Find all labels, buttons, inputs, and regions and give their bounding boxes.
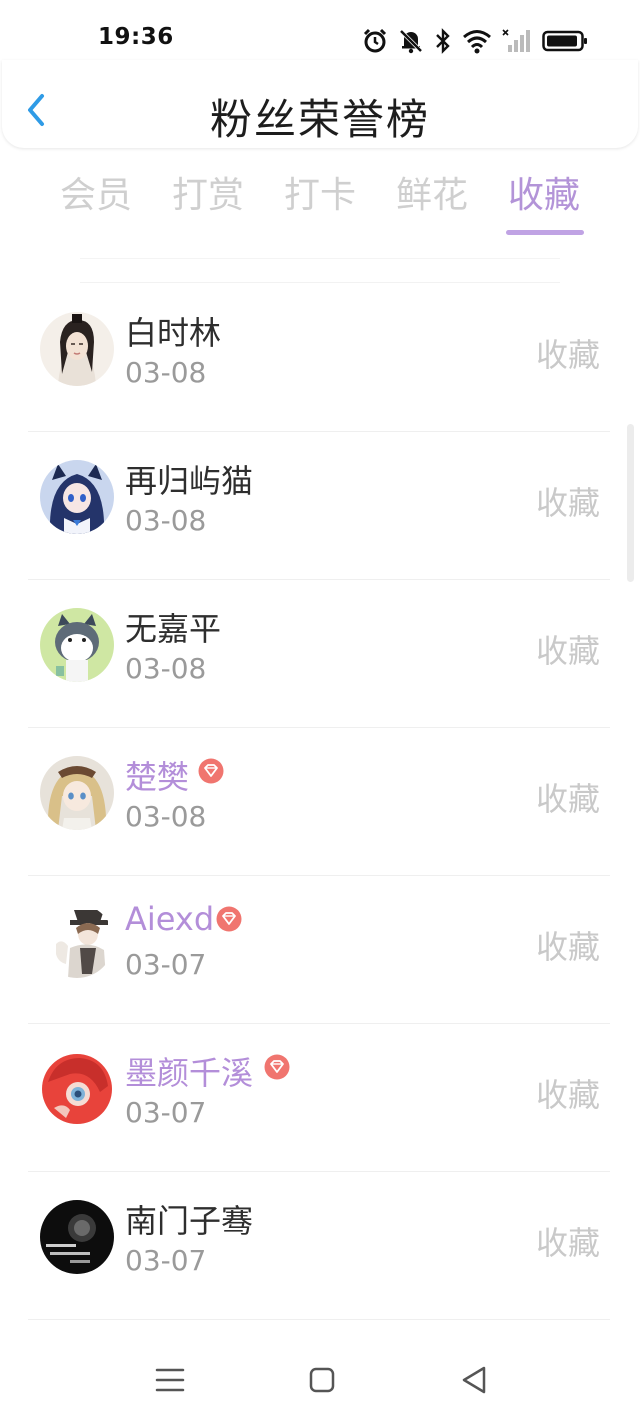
favorite-label: 收藏 bbox=[535, 780, 600, 818]
favorite-label: 收藏 bbox=[535, 1224, 600, 1262]
fan-name: Aiexd bbox=[125, 900, 215, 938]
cellular-signal-icon bbox=[502, 28, 532, 54]
list-item[interactable]: 再归屿猫 03-08 收藏 bbox=[0, 432, 640, 580]
fan-date: 03-08 bbox=[125, 652, 207, 685]
bluetooth-icon bbox=[434, 28, 452, 54]
list-item[interactable]: 墨颜千溪 03-07 收藏 bbox=[0, 1024, 640, 1172]
list-item[interactable]: 白时林 03-08 收藏 bbox=[0, 284, 640, 432]
avatar[interactable] bbox=[40, 756, 114, 830]
menu-icon bbox=[155, 1368, 185, 1392]
page-title: 粉丝荣誉榜 bbox=[209, 95, 430, 144]
tab-flowers[interactable]: 鲜花 bbox=[376, 168, 488, 224]
scrollbar[interactable] bbox=[627, 424, 634, 582]
favorite-label: 收藏 bbox=[535, 928, 600, 966]
list-item[interactable]: 无嘉平 03-08 收藏 bbox=[0, 580, 640, 728]
fan-date: 03-08 bbox=[125, 800, 207, 833]
row-divider bbox=[28, 1319, 610, 1320]
vip-diamond-icon bbox=[198, 758, 224, 784]
list-item[interactable]: Aiexd 03-07 收藏 bbox=[0, 876, 640, 1024]
back-nav-button[interactable] bbox=[454, 1360, 494, 1400]
favorite-label: 收藏 bbox=[535, 1076, 600, 1114]
status-icons bbox=[362, 26, 588, 56]
alarm-icon bbox=[362, 28, 388, 54]
battery-icon bbox=[542, 28, 588, 54]
tab-tips[interactable]: 打赏 bbox=[152, 168, 264, 224]
favorite-label: 收藏 bbox=[535, 632, 600, 670]
avatar[interactable] bbox=[40, 1052, 114, 1126]
avatar[interactable] bbox=[40, 312, 114, 386]
fan-name: 白时林 bbox=[125, 314, 222, 352]
list-item[interactable]: 南门子骞 03-07 收藏 bbox=[0, 1172, 640, 1320]
tab-checkin[interactable]: 打卡 bbox=[264, 168, 376, 224]
header: 粉丝荣誉榜 bbox=[2, 60, 638, 148]
favorite-label: 收藏 bbox=[535, 336, 600, 374]
fan-name: 南门子骞 bbox=[125, 1202, 254, 1240]
back-triangle-icon bbox=[462, 1366, 486, 1394]
divider bbox=[80, 258, 560, 259]
fan-name: 墨颜千溪 bbox=[125, 1054, 254, 1092]
wifi-icon bbox=[462, 28, 492, 54]
fan-date: 03-08 bbox=[125, 504, 207, 537]
fan-date: 03-07 bbox=[125, 1096, 207, 1129]
fan-name: 无嘉平 bbox=[125, 610, 222, 648]
avatar[interactable] bbox=[40, 1200, 114, 1274]
mute-bell-icon bbox=[398, 28, 424, 54]
fan-date: 03-07 bbox=[125, 1244, 207, 1277]
fan-name: 楚樊 bbox=[125, 758, 190, 796]
avatar[interactable] bbox=[40, 460, 114, 534]
vip-diamond-icon bbox=[216, 906, 242, 932]
system-nav-bar bbox=[0, 1340, 640, 1422]
favorite-label: 收藏 bbox=[535, 484, 600, 522]
tab-membership[interactable]: 会员 bbox=[40, 168, 152, 224]
avatar[interactable] bbox=[40, 608, 114, 682]
screen: 19:36 粉丝荣誉榜 会员 打赏 打卡 鲜花 收藏 白时林 03-08 收藏 … bbox=[0, 0, 640, 1422]
fan-date: 03-07 bbox=[125, 948, 207, 981]
list-item[interactable]: 楚樊 03-08 收藏 bbox=[0, 728, 640, 876]
vip-diamond-icon bbox=[264, 1054, 290, 1080]
avatar[interactable] bbox=[40, 904, 114, 978]
divider bbox=[80, 282, 560, 283]
fan-name: 再归屿猫 bbox=[125, 462, 254, 500]
tab-favorites[interactable]: 收藏 bbox=[488, 168, 600, 224]
fan-list: 白时林 03-08 收藏 再归屿猫 03-08 收藏 无嘉平 03-08 收藏 … bbox=[0, 284, 640, 1320]
menu-button[interactable] bbox=[150, 1360, 190, 1400]
home-square-icon bbox=[309, 1367, 335, 1393]
home-button[interactable] bbox=[302, 1360, 342, 1400]
status-time: 19:36 bbox=[98, 24, 174, 50]
active-tab-indicator bbox=[506, 230, 584, 235]
fan-date: 03-08 bbox=[125, 356, 207, 389]
